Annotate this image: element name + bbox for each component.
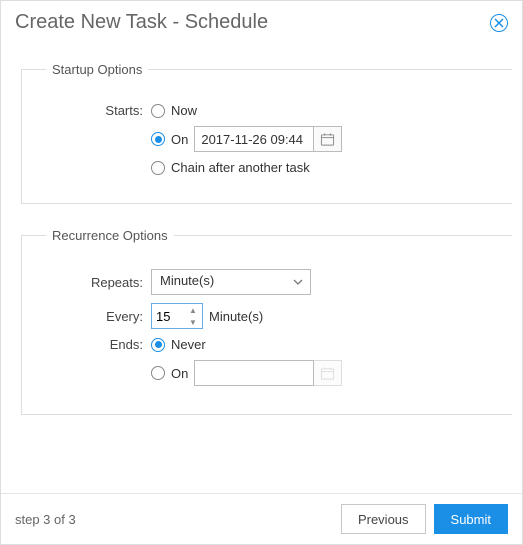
starts-row-on: On [36,126,506,152]
calendar-icon [320,132,335,147]
close-icon [494,18,504,28]
starts-on-radio[interactable]: On [151,132,188,147]
ends-on-label: On [171,366,188,381]
starts-on-date-input[interactable] [194,126,314,152]
repeats-select[interactable]: Minute(s) [151,269,311,295]
starts-on-label: On [171,132,188,147]
spinner-up-button[interactable]: ▲ [184,304,202,316]
every-unit: Minute(s) [209,309,263,324]
ends-on-date-input[interactable] [194,360,314,386]
ends-on-calendar-button[interactable] [314,360,342,386]
form-content: Startup Options Starts: Now On [11,42,512,459]
ends-row-on: On [36,360,506,386]
modal-body: Startup Options Starts: Now On [1,42,522,493]
every-label: Every: [36,309,151,324]
starts-row-now: Starts: Now [36,103,506,118]
modal-title: Create New Task - Schedule [15,11,268,34]
step-indicator: step 3 of 3 [15,512,333,527]
modal-header: Create New Task - Schedule [1,1,522,42]
every-row: Every: ▲ ▼ Minute(s) [36,303,506,329]
ends-never-label: Never [171,337,206,352]
ends-on-radio[interactable]: On [151,366,188,381]
starts-now-radio[interactable]: Now [151,103,197,118]
ends-on-date-wrap [194,360,342,386]
startup-options-group: Startup Options Starts: Now On [21,62,512,204]
submit-button[interactable]: Submit [434,504,508,534]
starts-row-chain: Chain after another task [36,160,506,175]
calendar-icon [320,366,335,381]
radio-icon [151,161,165,175]
spinner-buttons: ▲ ▼ [184,304,202,328]
starts-on-calendar-button[interactable] [314,126,342,152]
radio-icon [151,132,165,146]
starts-chain-radio[interactable]: Chain after another task [151,160,310,175]
every-spinner: ▲ ▼ [151,303,203,329]
previous-button[interactable]: Previous [341,504,426,534]
scroll-area[interactable]: Startup Options Starts: Now On [11,42,512,483]
spinner-down-button[interactable]: ▼ [184,316,202,328]
recurrence-legend: Recurrence Options [46,228,174,243]
starts-on-date-wrap [194,126,342,152]
starts-now-label: Now [171,103,197,118]
starts-label: Starts: [36,103,151,118]
create-task-modal: Create New Task - Schedule Startup Optio… [0,0,523,545]
starts-chain-label: Chain after another task [171,160,310,175]
ends-never-radio[interactable]: Never [151,337,206,352]
recurrence-options-group: Recurrence Options Repeats: Minute(s) Ev… [21,228,512,415]
radio-icon [151,366,165,380]
radio-icon [151,338,165,352]
repeats-select-wrap: Minute(s) [151,269,311,295]
radio-icon [151,104,165,118]
repeats-label: Repeats: [36,275,151,290]
ends-row-never: Ends: Never [36,337,506,352]
close-button[interactable] [490,14,508,32]
every-input[interactable] [152,304,184,328]
startup-legend: Startup Options [46,62,148,77]
repeats-row: Repeats: Minute(s) [36,269,506,295]
ends-label: Ends: [36,337,151,352]
modal-footer: step 3 of 3 Previous Submit [1,493,522,544]
